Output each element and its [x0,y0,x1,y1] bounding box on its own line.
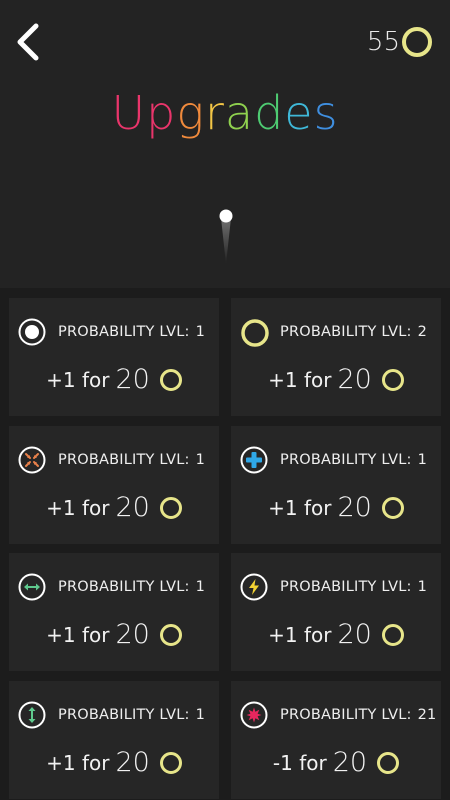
upgrade-level: 21 [417,707,437,723]
price-amount: 20 [115,747,150,778]
title-letter: r [204,86,225,140]
upgrade-price: +1 for 20 [9,747,219,778]
coin-icon [381,496,404,519]
price-text: +1 for [268,495,332,520]
price-text: -1 for [272,750,327,775]
coin-icon [402,27,432,57]
white-dot-icon [18,318,46,346]
price-text: +1 for [46,367,110,392]
upgrade-label-text: PROBABILITY LVL: [58,579,190,595]
upgrade-level: 1 [195,452,206,468]
upgrade-label: PROBABILITY LVL: 1 [280,452,427,468]
upgrade-price: -1 for 20 [231,747,441,778]
price-amount: 20 [115,619,150,650]
upgrade-level: 1 [195,707,206,723]
price-amount: 20 [337,492,372,523]
upgrade-level: 2 [417,324,428,340]
upgrade-price: +1 for 20 [231,492,441,523]
upgrade-label: PROBABILITY LVL: 1 [58,324,205,340]
upgrade-card[interactable]: PROBABILITY LVL: 1 +1 for 20 [9,298,219,416]
upgrade-label-text: PROBABILITY LVL: [280,579,412,595]
upgrade-price: +1 for 20 [231,619,441,650]
coin-icon [159,368,182,391]
coin-icon [381,623,404,646]
page-title: Upgrades [0,86,450,140]
chevron-left-icon [17,23,39,61]
price-text: +1 for [268,622,332,647]
title-letter: d [254,86,285,140]
upgrade-card[interactable]: PROBABILITY LVL: 1 +1 for 20 [231,553,441,671]
upgrade-grid: PROBABILITY LVL: 1 +1 for 20 PROBABILITY LVL… [0,288,450,800]
upgrade-level: 1 [417,452,428,468]
price-text: +1 for [46,750,110,775]
title-letter: p [146,86,177,140]
price-amount: 20 [337,619,372,650]
coin-icon [381,368,404,391]
upgrade-card[interactable]: PROBABILITY LVL: 1 +1 for 20 [231,426,441,544]
upgrade-price: +1 for 20 [9,619,219,650]
yellow-ring-icon [240,318,269,347]
coin-icon [377,751,400,774]
ball-icon [219,209,233,264]
shrink-arrows-icon [18,446,46,474]
price-text: +1 for [46,495,110,520]
upgrade-card[interactable]: PROBABILITY LVL: 21 -1 for 20 [231,681,441,799]
title-letter: e [284,86,314,140]
upgrade-label-text: PROBABILITY LVL: [280,324,412,340]
title-letter: a [224,86,255,140]
ball-preview [216,208,236,268]
upgrade-card[interactable]: PROBABILITY LVL: 2 +1 for 20 [231,298,441,416]
upgrade-level: 1 [195,579,206,595]
coin-icon [159,623,182,646]
upgrade-price: +1 for 20 [9,492,219,523]
horizontal-arrows-icon [18,573,46,601]
title-letter: U [111,86,147,140]
upgrade-label-text: PROBABILITY LVL: [58,452,190,468]
upgrade-label-text: PROBABILITY LVL: [280,452,412,468]
upgrade-price: +1 for 20 [9,364,219,395]
upgrade-label: PROBABILITY LVL: 21 [280,707,436,723]
price-amount: 20 [115,492,150,523]
header: 55 Upgrades [0,0,450,288]
upgrade-label: PROBABILITY LVL: 2 [280,324,427,340]
upgrade-label: PROBABILITY LVL: 1 [58,707,205,723]
upgrade-card[interactable]: PROBABILITY LVL: 1 +1 for 20 [9,426,219,544]
upgrade-label-text: PROBABILITY LVL: [280,707,412,723]
upgrade-label: PROBABILITY LVL: 1 [280,579,427,595]
coin-balance: 55 [367,24,432,60]
price-amount: 20 [115,364,150,395]
price-text: +1 for [268,367,332,392]
title-letter: g [176,86,205,140]
red-burst-icon [240,701,268,729]
back-button[interactable] [10,20,50,64]
price-amount: 20 [337,364,372,395]
price-amount: 20 [332,747,368,778]
upgrade-level: 1 [417,579,428,595]
upgrade-card[interactable]: PROBABILITY LVL: 1 +1 for 20 [9,553,219,671]
upgrade-label: PROBABILITY LVL: 1 [58,579,205,595]
upgrade-label: PROBABILITY LVL: 1 [58,452,205,468]
upgrade-label-text: PROBABILITY LVL: [58,324,190,340]
title-letter: s [313,86,339,140]
lightning-icon [240,573,268,601]
blue-plus-icon [240,446,268,474]
upgrade-price: +1 for 20 [231,364,441,395]
coin-count: 55 [366,27,400,57]
coin-icon [159,751,182,774]
price-text: +1 for [46,622,110,647]
upgrade-card[interactable]: PROBABILITY LVL: 1 +1 for 20 [9,681,219,799]
upgrade-label-text: PROBABILITY LVL: [58,707,190,723]
upgrade-level: 1 [195,324,206,340]
vertical-arrows-icon [18,701,46,729]
coin-icon [159,496,182,519]
